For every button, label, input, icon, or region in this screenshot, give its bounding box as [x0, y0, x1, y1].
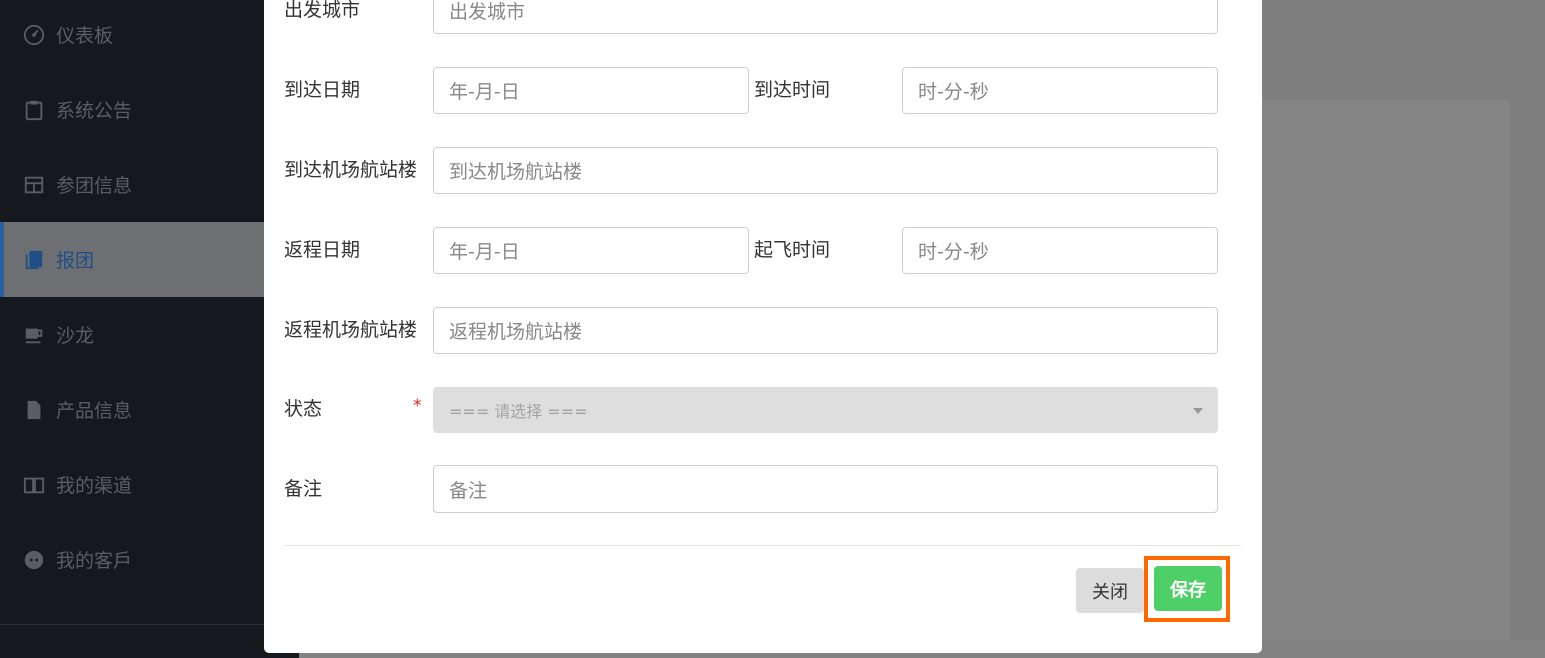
clipboard-icon: [22, 98, 46, 122]
return-terminal-input[interactable]: 返程机场航站楼: [433, 307, 1218, 354]
arrival-terminal-input[interactable]: 到达机场航站楼: [433, 147, 1218, 194]
sidebar-item-label: 沙龙: [56, 325, 95, 347]
arrival-terminal-label: 到达机场航站楼: [284, 159, 418, 181]
sidebar-item-label: 仪表板: [56, 25, 114, 47]
sidebar-item-label: 产品信息: [56, 400, 133, 422]
return-date-label: 返程日期: [284, 239, 361, 261]
sidebar-item-label: 参团信息: [56, 175, 133, 197]
return-date-input[interactable]: 年-月-日: [433, 227, 749, 274]
departure-time-label: 起飞时间: [754, 239, 831, 261]
departure-time-input[interactable]: 时-分-秒: [902, 227, 1218, 274]
sidebar-divider: [0, 624, 300, 625]
face-icon: [22, 548, 46, 572]
table-icon: [22, 173, 46, 197]
background-content-panel: [1258, 100, 1510, 658]
remarks-input[interactable]: 备注: [433, 465, 1218, 513]
save-button[interactable]: 保存: [1154, 566, 1222, 611]
sidebar-item-label: 我的渠道: [56, 475, 133, 497]
arrival-date-input[interactable]: 年-月-日: [433, 67, 749, 114]
sidebar-item-group-info[interactable]: 参团信息: [0, 147, 300, 222]
booking-modal: 出发城市 出发城市 到达日期 年-月-日 到达时间 时-分-秒 到达机场航站楼 …: [264, 0, 1262, 653]
status-select[interactable]: === 请选择 ===: [433, 387, 1218, 433]
arrival-time-label: 到达时间: [754, 79, 831, 101]
remarks-label: 备注: [284, 478, 323, 500]
sidebar-item-customers[interactable]: 我的客戶: [0, 522, 300, 597]
sidebar-item-label: 系统公告: [56, 100, 133, 122]
departure-city-label: 出发城市: [284, 0, 361, 21]
sidebar-item-dashboard[interactable]: 仪表板: [0, 0, 300, 72]
footer-divider: [284, 545, 1241, 546]
chevron-down-icon: [1193, 408, 1203, 414]
return-terminal-label: 返程机场航站楼: [284, 319, 418, 341]
open-book-icon: [22, 473, 46, 497]
sidebar-item-channels[interactable]: 我的渠道: [0, 447, 300, 522]
file-icon: [22, 398, 46, 422]
book-icon: [22, 248, 46, 272]
status-select-value: === 请选择 ===: [449, 402, 588, 421]
sidebar: 仪表板 系统公告 参团信息 报团 沙龙 产品信息 我的渠道 我的客戶: [0, 0, 300, 658]
arrival-date-label: 到达日期: [284, 79, 361, 101]
sidebar-item-booking[interactable]: 报团: [0, 222, 300, 297]
sidebar-item-announcements[interactable]: 系统公告: [0, 72, 300, 147]
dashboard-icon: [22, 23, 46, 47]
departure-city-input[interactable]: 出发城市: [433, 0, 1218, 34]
coffee-icon: [22, 323, 46, 347]
sidebar-item-label: 报团: [56, 250, 95, 272]
sidebar-item-salon[interactable]: 沙龙: [0, 297, 300, 372]
sidebar-item-products[interactable]: 产品信息: [0, 372, 300, 447]
required-mark: *: [413, 396, 422, 416]
arrival-time-input[interactable]: 时-分-秒: [902, 67, 1218, 114]
status-label: 状态: [284, 398, 323, 420]
close-button[interactable]: 关闭: [1076, 568, 1144, 613]
sidebar-item-label: 我的客戶: [56, 550, 133, 572]
